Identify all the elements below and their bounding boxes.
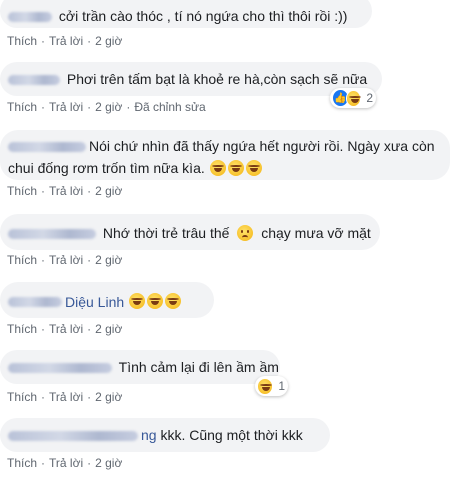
- timestamp[interactable]: 2 giờ: [95, 456, 122, 470]
- timestamp[interactable]: 2 giờ: [95, 34, 122, 48]
- like-link[interactable]: Thích: [7, 184, 37, 198]
- laugh-icon: [147, 293, 164, 309]
- comment-actions: Thích · Trả lời · 2 giờ: [7, 34, 122, 48]
- blurred-commenter-name[interactable]: [8, 142, 86, 153]
- comment-bubble-3: Nói chứ nhìn đã thấy ngứa hết người rồi.…: [0, 130, 450, 180]
- blurred-commenter-name[interactable]: [8, 431, 138, 442]
- separator: ·: [126, 100, 131, 114]
- like-link[interactable]: Thích: [7, 100, 37, 114]
- reaction-count: 1: [278, 379, 285, 393]
- comment-bubble-4: Nhớ thời trẻ trâu thế chạy mưa vỡ mặt: [0, 214, 380, 250]
- blurred-commenter-name[interactable]: [8, 229, 96, 240]
- comment-bubble-2: Phơi trên tấm bạt là khoẻ re hà,còn sạch…: [0, 62, 382, 96]
- reply-link[interactable]: Trả lời: [49, 100, 83, 114]
- sad-icon: [237, 225, 254, 241]
- laugh-icon: [165, 293, 182, 309]
- like-link[interactable]: Thích: [7, 390, 37, 404]
- timestamp[interactable]: 2 giờ: [95, 253, 122, 267]
- like-link[interactable]: Thích: [7, 253, 37, 267]
- separator: ·: [87, 322, 92, 336]
- laugh-icon: [245, 160, 262, 176]
- separator: ·: [41, 34, 46, 48]
- separator: ·: [87, 253, 92, 267]
- blurred-commenter-name[interactable]: [8, 75, 60, 86]
- comment-text-line1: Nói chứ nhìn đã thấy ngứa hết người rồi.…: [89, 138, 435, 154]
- reaction-summary[interactable]: 👍 2: [330, 88, 376, 108]
- comment-line-1: Nói chứ nhìn đã thấy ngứa hết người rồi.…: [8, 137, 440, 155]
- comment-text: cởi trần cào thóc , tí nó ngứa cho thì t…: [58, 8, 348, 24]
- reply-link[interactable]: Trả lời: [49, 456, 83, 470]
- timestamp[interactable]: 2 giờ: [95, 390, 122, 404]
- separator: ·: [41, 456, 46, 470]
- comment-bubble-5: Diệu Linh: [0, 282, 214, 318]
- comment-actions: Thích · Trả lời · 2 giờ: [7, 253, 122, 267]
- reply-link[interactable]: Trả lời: [49, 390, 83, 404]
- like-link[interactable]: Thích: [7, 34, 37, 48]
- separator: ·: [41, 184, 46, 198]
- separator: ·: [87, 34, 92, 48]
- laugh-icon: [129, 293, 146, 309]
- reply-link[interactable]: Trả lời: [49, 322, 83, 336]
- comment-actions: Thích · Trả lời · 2 giờ: [7, 184, 122, 198]
- comment-text: Phơi trên tấm bạt là khoẻ re hà,còn sạch…: [66, 71, 368, 87]
- separator: ·: [41, 100, 46, 114]
- separator: ·: [41, 322, 46, 336]
- blurred-commenter-name[interactable]: [8, 297, 62, 308]
- reply-link[interactable]: Trả lời: [49, 253, 83, 267]
- timestamp[interactable]: 2 giờ: [95, 322, 122, 336]
- commenter-name-suffix[interactable]: ng: [141, 427, 157, 443]
- blurred-commenter-name[interactable]: [8, 12, 52, 23]
- like-link[interactable]: Thích: [7, 322, 37, 336]
- reaction-summary[interactable]: 1: [255, 376, 288, 396]
- comment-actions: Thích · Trả lời · 2 giờ · Đã chỉnh sửa: [7, 100, 206, 114]
- separator: ·: [87, 456, 92, 470]
- comment-text-line2: chui đống rơm trốn tìm nữa kìa.: [8, 160, 205, 176]
- separator: ·: [87, 100, 92, 114]
- laugh-icon: [257, 377, 274, 395]
- commenter-name[interactable]: Diệu Linh: [65, 293, 124, 311]
- separator: ·: [87, 184, 92, 198]
- comment-text-after: chạy mưa vỡ mặt: [261, 225, 371, 241]
- comment-text: kkk. Cũng một thời kkk: [160, 427, 303, 443]
- edited-label[interactable]: Đã chỉnh sửa: [134, 100, 205, 114]
- comment-actions: Thích · Trả lời · 2 giờ: [7, 322, 122, 336]
- laugh-icon: [345, 89, 362, 107]
- separator: ·: [87, 390, 92, 404]
- separator: ·: [41, 253, 46, 267]
- laugh-icon: [209, 160, 226, 176]
- reply-link[interactable]: Trả lời: [49, 34, 83, 48]
- timestamp[interactable]: 2 giờ: [95, 100, 122, 114]
- comment-text: Tình cảm lại đi lên ầm ầm: [118, 359, 279, 375]
- timestamp[interactable]: 2 giờ: [95, 184, 122, 198]
- comment-actions: Thích · Trả lời · 2 giờ: [7, 456, 122, 470]
- laugh-icon: [227, 160, 244, 176]
- reaction-count: 2: [366, 91, 373, 105]
- reply-link[interactable]: Trả lời: [49, 184, 83, 198]
- comment-bubble-1: cởi trần cào thóc , tí nó ngứa cho thì t…: [0, 0, 372, 28]
- comment-bubble-7: ng kkk. Cũng một thời kkk: [0, 418, 330, 452]
- comment-line-2: chui đống rơm trốn tìm nữa kìa.: [8, 159, 440, 177]
- separator: ·: [41, 390, 46, 404]
- like-link[interactable]: Thích: [7, 456, 37, 470]
- comment-text: Nhớ thời trẻ trâu thế: [102, 225, 230, 241]
- comment-actions: Thích · Trả lời · 2 giờ: [7, 390, 122, 404]
- blurred-commenter-name[interactable]: [8, 363, 112, 374]
- comment-bubble-6: Tình cảm lại đi lên ầm ầm: [0, 350, 280, 384]
